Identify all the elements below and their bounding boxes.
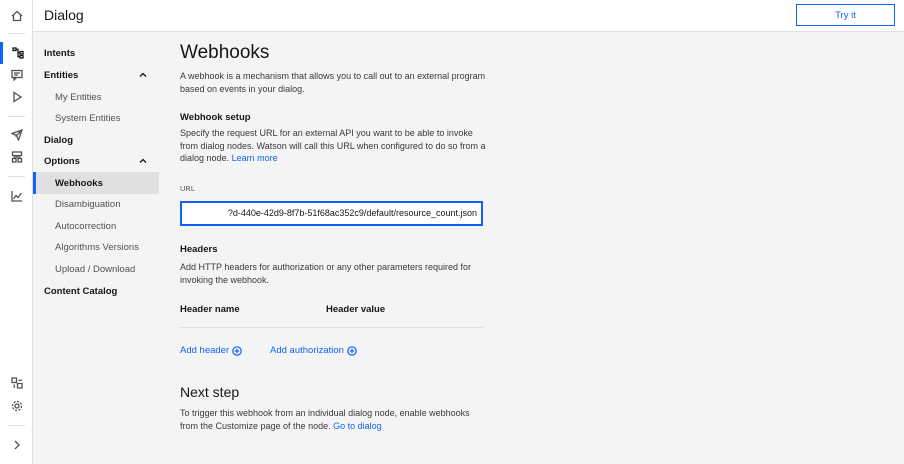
learn-more-link[interactable]: Learn more — [232, 153, 278, 163]
table-divider — [180, 327, 483, 328]
icon-rail — [0, 0, 33, 464]
nav-item-label: Entities — [44, 69, 79, 81]
nav-item-content-catalog[interactable]: Content Catalog — [33, 280, 159, 302]
add-circle-icon — [232, 345, 242, 356]
top-header: Dialog Try it — [33, 0, 904, 32]
add-authorization-button[interactable]: Add authorization — [270, 345, 357, 356]
webhook-setup-description: Specify the request URL for an external … — [180, 127, 490, 165]
expand-icon[interactable] — [0, 434, 33, 456]
deploy-icon[interactable] — [0, 146, 33, 168]
go-to-dialog-link[interactable]: Go to dialog — [333, 421, 382, 431]
add-header-button[interactable]: Add header — [180, 345, 242, 356]
dialog-tree-icon[interactable] — [0, 42, 33, 64]
nav-item-disambiguation[interactable]: Disambiguation — [33, 193, 159, 215]
url-input[interactable]: ?d-440e-42d9-8f7b-51f68ac352c9/default/r… — [180, 201, 483, 226]
webhook-setup-heading: Webhook setup — [180, 112, 251, 123]
rocket-icon[interactable] — [0, 124, 33, 146]
nav-item-algorithms-versions[interactable]: Algorithms Versions — [33, 236, 159, 258]
next-step-heading: Next step — [180, 384, 240, 400]
add-authorization-label: Add authorization — [270, 345, 344, 356]
nav-item-label: Options — [44, 155, 80, 167]
nav-item-upload-download[interactable]: Upload / Download — [33, 258, 159, 280]
settings-icon[interactable] — [0, 395, 33, 417]
header-name-column: Header name — [180, 304, 240, 315]
analytics-icon[interactable] — [0, 185, 33, 207]
nav-item-my-entities[interactable]: My Entities — [33, 86, 159, 108]
home-icon[interactable] — [0, 5, 33, 27]
url-label: URL — [180, 184, 196, 193]
headers-heading: Headers — [180, 244, 218, 255]
headers-description: Add HTTP headers for authorization or an… — [180, 262, 471, 285]
nav-item-webhooks[interactable]: Webhooks — [33, 172, 159, 194]
nav-item-system-entities[interactable]: System Entities — [33, 107, 159, 129]
nav-item-options[interactable]: Options — [33, 150, 159, 172]
next-step-text: To trigger this webhook from an individu… — [180, 408, 470, 431]
page-title: Dialog — [44, 7, 84, 23]
add-header-label: Add header — [180, 345, 230, 356]
intro-text: A webhook is a mechanism that allows you… — [180, 71, 486, 94]
secondary-nav: Intents Entities My Entities System Enti… — [33, 32, 160, 464]
nav-item-autocorrection[interactable]: Autocorrection — [33, 215, 159, 237]
chevron-up-icon[interactable] — [139, 157, 147, 165]
header-value-column: Header value — [326, 304, 386, 315]
play-icon[interactable] — [0, 86, 33, 108]
add-circle-icon — [347, 345, 357, 356]
chat-icon[interactable] — [0, 64, 33, 86]
next-step-description: To trigger this webhook from an individu… — [180, 407, 490, 432]
nav-item-entities[interactable]: Entities — [33, 64, 159, 86]
integrations-icon[interactable] — [0, 372, 33, 394]
nav-item-dialog[interactable]: Dialog — [33, 129, 159, 151]
section-title: Webhooks — [180, 42, 270, 63]
setup-description-text: Specify the request URL for an external … — [180, 128, 486, 163]
main-content: Webhooks A webhook is a mechanism that a… — [160, 32, 904, 464]
nav-item-intents[interactable]: Intents — [33, 42, 159, 64]
chevron-up-icon[interactable] — [139, 71, 147, 79]
try-it-button[interactable]: Try it — [796, 4, 895, 26]
